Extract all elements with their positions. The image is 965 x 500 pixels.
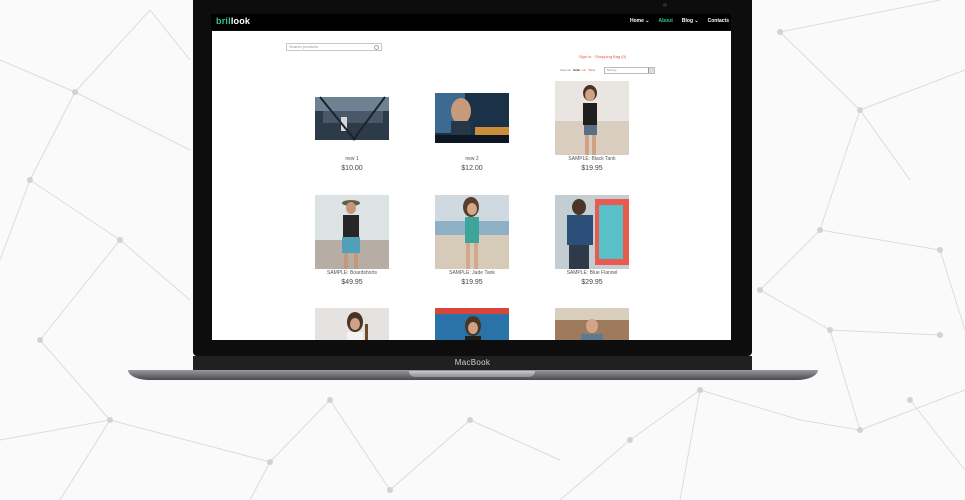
product-card[interactable]: SAMPLE: Black Tank $19.95 — [555, 81, 629, 172]
shopping-bag-link[interactable]: Shopping Bag (0) — [595, 54, 626, 59]
search-icon[interactable] — [374, 45, 379, 50]
device-brand-label: MacBook — [454, 358, 491, 367]
product-image[interactable] — [555, 81, 629, 155]
sort-select[interactable]: Sort by — [604, 67, 655, 74]
product-title[interactable]: SAMPLE: Jade Tank — [435, 270, 509, 276]
product-card[interactable]: new 1 $10.00 — [315, 81, 389, 172]
product-price: $19.95 — [461, 279, 483, 286]
product-image[interactable] — [435, 308, 509, 340]
laptop-chin: MacBook — [193, 356, 752, 370]
product-image[interactable] — [315, 195, 389, 269]
product-card[interactable]: new 2 $12.00 — [435, 81, 509, 172]
sign-in-link[interactable]: Sign In — [579, 54, 591, 59]
view-as-label: View as: — [560, 68, 572, 72]
product-card[interactable]: SAMPLE: Jade Tank $19.95 — [435, 195, 509, 286]
product-title[interactable]: SAMPLE: Boardshorts — [315, 270, 389, 276]
product-price: $12.00 — [461, 165, 483, 172]
laptop-hinge-notch — [409, 371, 535, 377]
view-table-option[interactable]: Table — [588, 68, 595, 72]
camera-dot — [663, 3, 667, 7]
site-header: brillook Home ⌄ About Blog ⌄ Contacts — [211, 14, 731, 30]
product-image[interactable] — [315, 308, 389, 340]
logo-accent-text: bril — [216, 16, 231, 26]
product-card[interactable] — [315, 308, 389, 340]
product-card[interactable]: SAMPLE: Blue Flannel $29.95 — [555, 195, 629, 286]
search-input[interactable]: Search products — [286, 43, 382, 51]
nav-about[interactable]: About — [658, 18, 672, 24]
product-image[interactable] — [435, 81, 509, 155]
product-image[interactable] — [315, 81, 389, 155]
product-image[interactable] — [435, 195, 509, 269]
view-toggle: View as: Grid List Table — [560, 68, 595, 72]
product-price: $49.95 — [341, 279, 363, 286]
chevron-down-icon — [648, 68, 654, 73]
sort-select-value: Sort by — [607, 68, 617, 72]
main-nav: Home ⌄ About Blog ⌄ Contacts — [630, 18, 729, 24]
search-placeholder: Search products — [289, 44, 319, 49]
view-list-option[interactable]: List — [581, 68, 586, 72]
product-price: $10.00 — [341, 165, 363, 172]
product-title[interactable]: new 2 — [435, 156, 509, 162]
product-image[interactable] — [555, 308, 629, 340]
product-card[interactable]: SAMPLE: Boardshorts $49.95 — [315, 195, 389, 286]
shop-page: Search products Sign In · Shopping Bag (… — [212, 31, 731, 340]
view-grid-option[interactable]: Grid — [573, 68, 579, 72]
product-card[interactable] — [435, 308, 509, 340]
nav-contacts[interactable]: Contacts — [708, 18, 729, 24]
nav-blog[interactable]: Blog ⌄ — [682, 18, 699, 24]
nav-home[interactable]: Home ⌄ — [630, 18, 649, 24]
product-price: $19.95 — [581, 165, 603, 172]
product-card[interactable] — [555, 308, 629, 340]
site-logo[interactable]: brillook — [216, 16, 250, 26]
product-image[interactable] — [555, 195, 629, 269]
product-price: $29.95 — [581, 279, 603, 286]
account-links: Sign In · Shopping Bag (0) — [579, 54, 626, 59]
product-title[interactable]: SAMPLE: Black Tank — [555, 156, 629, 162]
product-title[interactable]: SAMPLE: Blue Flannel — [555, 270, 629, 276]
logo-text: look — [230, 16, 251, 26]
product-title[interactable]: new 1 — [315, 156, 389, 162]
